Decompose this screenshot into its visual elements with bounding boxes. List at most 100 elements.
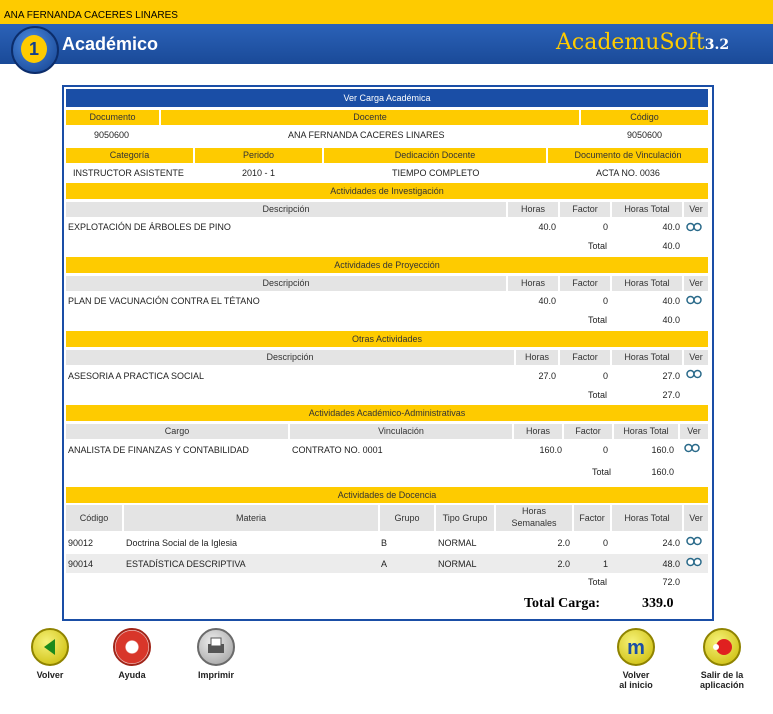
docencia-codigo: 90014 (68, 559, 94, 569)
imprimir-button[interactable]: Imprimir (176, 628, 256, 680)
docencia-horas: 2.0 (557, 538, 570, 548)
view-icon[interactable] (686, 557, 702, 567)
otras-desc: ASESORIA A PRACTICA SOCIAL (68, 371, 205, 381)
admin-vinculacion: CONTRATO NO. 0001 (292, 445, 383, 455)
col-descripcion: Descripción (66, 202, 506, 217)
col-ver: Ver (684, 350, 708, 365)
home-m-icon: m (617, 628, 655, 666)
ayuda-button[interactable]: Ayuda (92, 628, 172, 680)
categoria-value: INSTRUCTOR ASISTENTE (73, 168, 184, 178)
brand-version: 3.2 (704, 37, 730, 53)
brand-logo: AcademuSoft3.2 (556, 30, 730, 55)
total-label: Total (588, 315, 608, 325)
total-label: Total (592, 467, 612, 477)
docencia-factor: 1 (602, 559, 608, 569)
proyeccion-sum: 40.0 (662, 315, 680, 325)
volver-inicio-label-2: al inicio (619, 680, 653, 690)
investigacion-total: 40.0 (662, 222, 680, 232)
docencia-total: 48.0 (662, 559, 680, 569)
total-carga-value: 339.0 (642, 596, 674, 611)
total-carga-label: Total Carga: (524, 596, 601, 611)
otras-factor: 0 (602, 371, 608, 381)
col-factor: Factor (564, 424, 612, 439)
imprimir-label: Imprimir (197, 670, 234, 680)
exit-icon (703, 628, 741, 666)
section-otras-title: Otras Actividades (66, 331, 708, 347)
docencia-materia: ESTADÍSTICA DESCRIPTIVA (126, 559, 246, 569)
proyeccion-horas: 40.0 (538, 296, 556, 306)
col-horas-semanales: Horas Semanales (496, 505, 572, 531)
investigacion-horas: 40.0 (538, 222, 556, 232)
col-horas: Horas (516, 350, 558, 365)
col-factor: Factor (560, 202, 610, 217)
volver-label: Volver (36, 670, 64, 680)
volver-button[interactable]: Volver (10, 628, 90, 680)
header-vinculacion: Documento de Vinculación (548, 148, 708, 163)
page-title: Ver Carga Académica (66, 89, 708, 107)
proyeccion-total: 40.0 (662, 296, 680, 306)
total-label: Total (588, 577, 608, 587)
docencia-materia: Doctrina Social de la Iglesia (126, 538, 238, 548)
investigacion-desc: EXPLOTACIÓN DE ÁRBOLES DE PINO (68, 222, 231, 232)
volver-inicio-label: Volver (622, 670, 650, 680)
docencia-grupo: B (381, 538, 388, 548)
docencia-sum: 72.0 (662, 577, 680, 587)
otras-horas: 27.0 (538, 371, 556, 381)
admin-factor: 0 (602, 445, 608, 455)
documento-value: 9050600 (94, 130, 130, 140)
col-factor: Factor (574, 505, 610, 531)
back-arrow-icon (31, 628, 69, 666)
salir-button[interactable]: Salir de la aplicación (682, 628, 762, 690)
col-tipo-grupo: Tipo Grupo (436, 505, 494, 531)
col-horas-total: Horas Total (612, 505, 682, 531)
module-title: Académico (62, 34, 159, 54)
ayuda-label: Ayuda (118, 670, 146, 680)
col-factor: Factor (560, 276, 610, 291)
otras-total: 27.0 (662, 371, 680, 381)
docencia-codigo: 90012 (68, 538, 94, 548)
otras-sum: 27.0 (662, 390, 680, 400)
section-admin-title: Actividades Académico-Administrativas (66, 405, 708, 421)
volver-inicio-button[interactable]: m Volver al inicio (596, 628, 676, 690)
docencia-tipo: NORMAL (438, 559, 477, 569)
section-investigacion-title: Actividades de Investigación (66, 183, 708, 199)
admin-cargo: ANALISTA DE FINANZAS Y CONTABILIDAD (68, 445, 249, 455)
docencia-tipo: NORMAL (438, 538, 477, 548)
section-docencia-title: Actividades de Docencia (66, 487, 708, 503)
col-ver: Ver (680, 424, 708, 439)
total-label: Total (588, 241, 608, 251)
investigacion-factor: 0 (602, 222, 608, 232)
admin-horas: 160.0 (539, 445, 562, 455)
col-horas: Horas (508, 202, 558, 217)
header-docente: Docente (161, 110, 579, 125)
investigacion-sum: 40.0 (662, 241, 680, 251)
periodo-value: 2010 - 1 (242, 168, 276, 178)
codigo-value: 9050600 (627, 130, 663, 140)
view-icon[interactable] (684, 443, 700, 453)
lifebuoy-icon (113, 628, 151, 666)
view-icon[interactable] (686, 369, 702, 379)
salir-label-2: aplicación (699, 680, 744, 690)
col-horas-total: Horas Total (612, 276, 682, 291)
vinculacion-value: ACTA NO. 0036 (596, 168, 660, 178)
view-icon[interactable] (686, 295, 702, 305)
printer-icon (197, 628, 235, 666)
header-codigo: Código (581, 110, 708, 125)
col-codigo: Código (66, 505, 122, 531)
salir-label: Salir de la (700, 670, 744, 680)
section-proyeccion-title: Actividades de Proyección (66, 257, 708, 273)
view-icon[interactable] (686, 222, 702, 232)
docencia-factor: 0 (602, 538, 608, 548)
col-horas: Horas (514, 424, 562, 439)
app-logo-icon: 1 (11, 26, 59, 74)
col-factor: Factor (560, 350, 610, 365)
view-icon[interactable] (686, 536, 702, 546)
proyeccion-desc: PLAN DE VACUNACIÓN CONTRA EL TÉTANO (68, 296, 260, 306)
col-horas-total: Horas Total (612, 350, 682, 365)
col-grupo: Grupo (380, 505, 434, 531)
docencia-total: 24.0 (662, 538, 680, 548)
total-label: Total (588, 390, 608, 400)
col-ver: Ver (684, 276, 708, 291)
col-vinculacion: Vinculación (290, 424, 512, 439)
header-categoria: Categoría (66, 148, 193, 163)
